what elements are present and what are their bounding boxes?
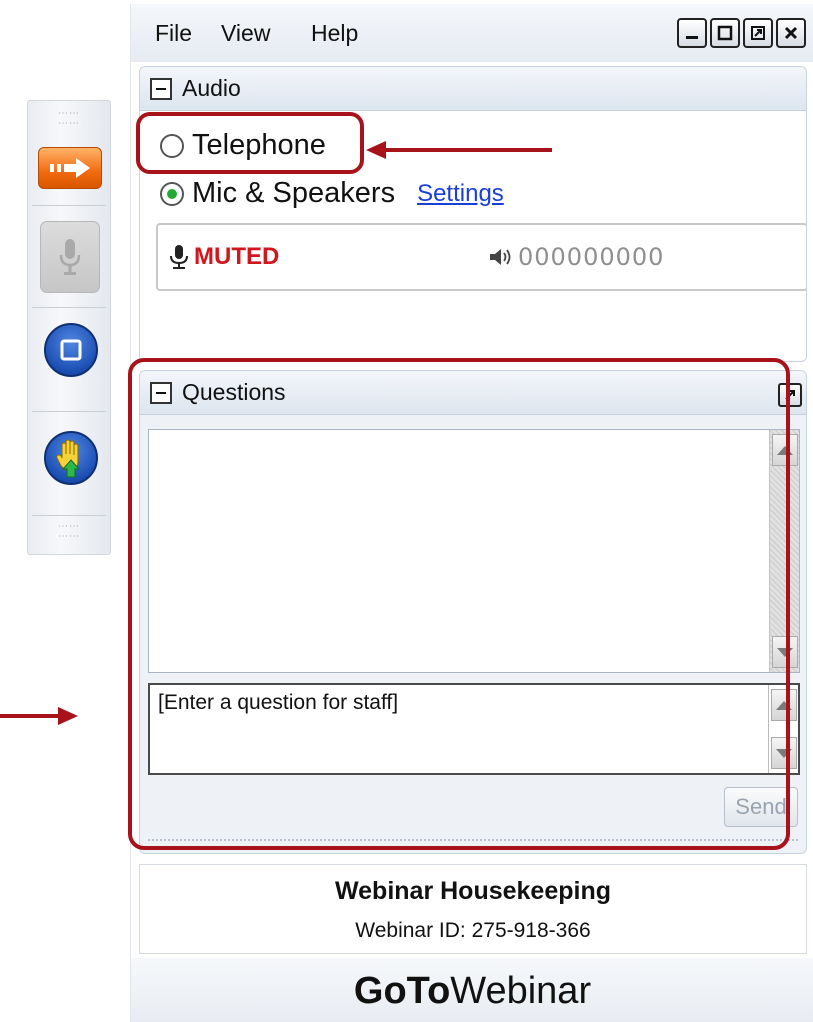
microphone-icon	[59, 239, 81, 275]
maximize-button[interactable]	[710, 18, 740, 48]
restore-button[interactable]	[743, 18, 773, 48]
screen-icon	[60, 339, 82, 361]
audio-status-box: MUTED 000000000	[156, 223, 806, 291]
minimize-button[interactable]	[677, 18, 707, 48]
mic-speakers-radio[interactable]	[160, 181, 184, 206]
menu-file[interactable]: File	[155, 20, 192, 47]
toolbar-divider	[32, 515, 106, 516]
grab-tab-toolbar: ⋯⋯ ⋯⋯ ⋯⋯ ⋯⋯	[27, 100, 111, 555]
brand-bold: GoTo	[353, 970, 451, 1012]
toolbar-divider	[32, 411, 106, 412]
speaker-volume-meter: 000000000	[488, 243, 664, 271]
toolbar-divider	[32, 205, 106, 206]
mic-speakers-option[interactable]: Mic & Speakers Settings	[160, 177, 504, 210]
questions-pointer-arrow-icon	[0, 707, 78, 725]
raise-hand-button[interactable]	[44, 431, 98, 485]
grab-handle-bottom[interactable]: ⋯⋯ ⋯⋯	[28, 522, 110, 542]
brand-regular: Webinar	[450, 970, 592, 1012]
audio-panel-title: Audio	[182, 75, 241, 101]
telephone-highlight	[136, 112, 364, 174]
close-button[interactable]	[776, 18, 806, 48]
menu-help[interactable]: Help	[311, 20, 358, 47]
volume-level-dots: 000000000	[518, 243, 665, 271]
maximize-icon	[717, 25, 733, 41]
menu-bar: File View Help	[131, 4, 813, 62]
raise-hand-icon	[56, 439, 81, 478]
webinar-title: Webinar Housekeeping	[335, 877, 611, 905]
questions-highlight	[128, 358, 790, 850]
toolbar-divider	[32, 307, 106, 308]
audio-panel-header: Audio	[140, 67, 806, 111]
speaker-icon	[490, 249, 511, 265]
minus-icon	[156, 87, 166, 90]
brand-logo: GoToWebinar	[131, 970, 813, 1013]
collapse-panel-button[interactable]	[38, 147, 102, 189]
audio-panel: Audio Telephone Mic & Speakers Settings …	[139, 66, 807, 362]
restore-icon	[751, 26, 765, 40]
microphone-muted-icon	[170, 245, 188, 269]
audio-collapse-button[interactable]	[150, 77, 172, 100]
muted-label: MUTED	[194, 243, 280, 270]
window-controls	[677, 18, 806, 48]
microphone-button[interactable]	[40, 221, 100, 293]
show-screen-button[interactable]	[44, 323, 98, 377]
brand-bar: GoToWebinar	[131, 958, 813, 1022]
webinar-info-box: Webinar Housekeeping Webinar ID: 275-918…	[139, 864, 807, 954]
menu-view[interactable]: View	[221, 20, 270, 47]
arrow-icon	[50, 158, 90, 178]
mic-status: MUTED	[168, 243, 279, 271]
close-icon	[784, 26, 798, 40]
telephone-pointer-arrow-icon	[366, 141, 552, 159]
audio-settings-link[interactable]: Settings	[417, 180, 504, 208]
grab-handle-top[interactable]: ⋯⋯ ⋯⋯	[28, 109, 110, 129]
mic-speakers-label: Mic & Speakers	[192, 177, 396, 209]
minimize-icon	[686, 36, 698, 39]
webinar-id: Webinar ID: 275-918-366	[355, 919, 591, 942]
